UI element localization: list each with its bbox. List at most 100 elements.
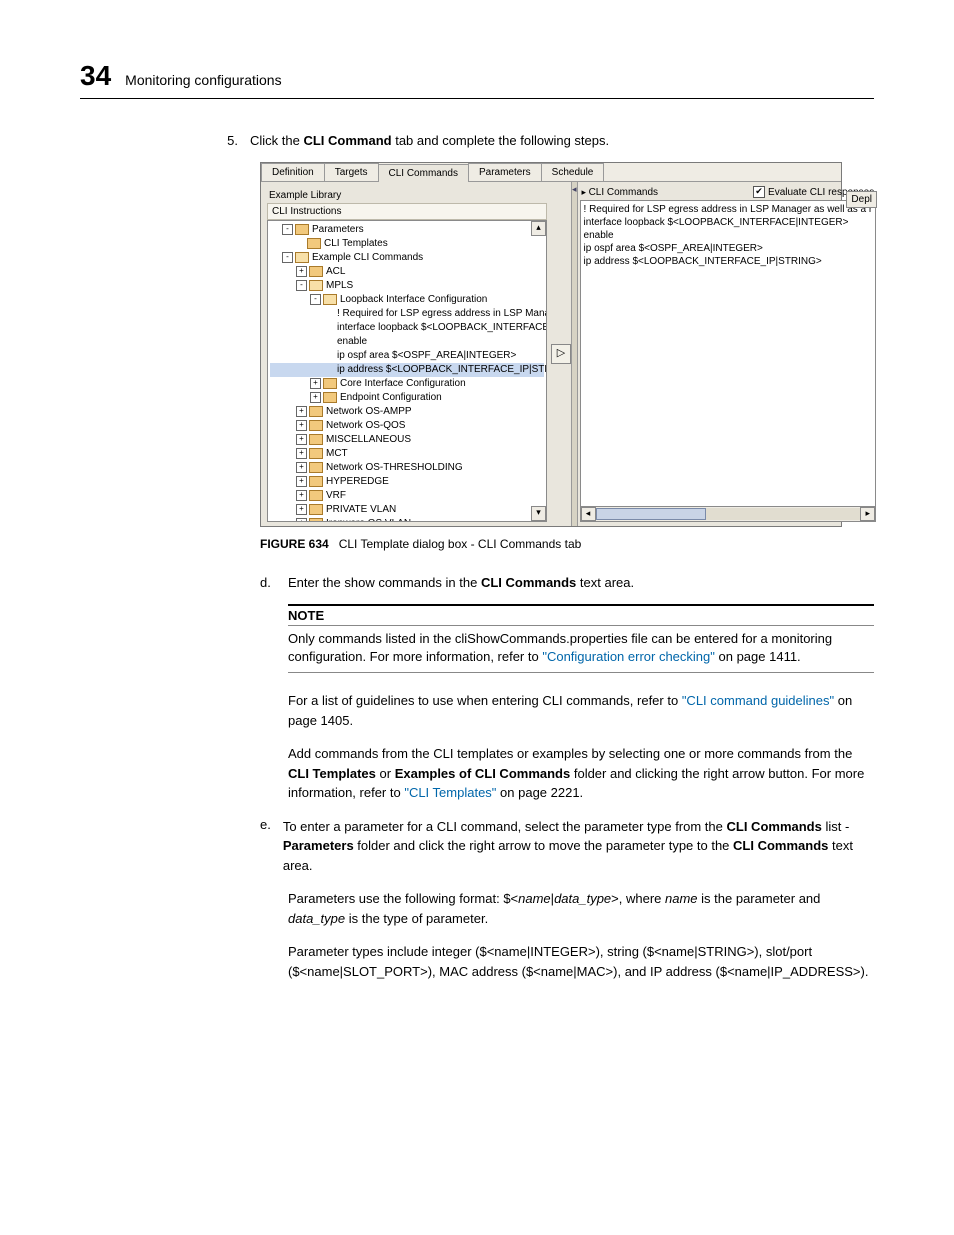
move-right-button[interactable]: ▷ [551, 344, 571, 364]
tree-node-label: Network OS-THRESHOLDING [326, 462, 463, 473]
dialog-tabs: Definition Targets CLI Commands Paramete… [261, 163, 841, 182]
tree-node[interactable]: +MISCELLANEOUS [270, 433, 544, 447]
tree-node[interactable]: + Ironware OS VLAN [270, 517, 544, 522]
cli-template-dialog: Definition Targets CLI Commands Paramete… [260, 162, 842, 527]
tab-definition[interactable]: Definition [261, 163, 325, 181]
tree-node[interactable]: interface loopback $<LOOPBACK_INTERFACE|… [270, 321, 544, 335]
tree-node-label: PRIVATE VLAN [326, 504, 396, 515]
tree-node-label: ! Required for LSP egress address in LSP… [337, 308, 547, 319]
tree-node[interactable]: +VRF [270, 489, 544, 503]
para-param-types: Parameter types include integer ($<name|… [288, 942, 874, 981]
tree-node-label: enable [337, 336, 367, 347]
expand-icon[interactable]: + [296, 476, 307, 487]
expand-icon[interactable]: + [296, 406, 307, 417]
tree-node-label: Loopback Interface Configuration [340, 294, 487, 305]
folder-icon [309, 490, 323, 501]
tree-node-label: Endpoint Configuration [340, 392, 442, 403]
link-config-error-checking[interactable]: "Configuration error checking" [542, 649, 715, 664]
tab-cli-commands[interactable]: CLI Commands [378, 164, 469, 182]
tree-node[interactable]: + Network OS-AMPP [270, 405, 544, 419]
tree-node[interactable]: ip ospf area $<OSPF_AREA|INTEGER> [270, 349, 544, 363]
para-param-format: Parameters use the following format: $<n… [288, 889, 874, 928]
folder-icon [309, 280, 323, 291]
tab-parameters[interactable]: Parameters [468, 163, 542, 181]
tree-node[interactable]: ip address $<LOOPBACK_INTERFACE_IP|STRIN… [270, 363, 544, 377]
cli-commands-label: CLI Commands [582, 187, 659, 198]
expand-icon[interactable]: + [310, 378, 321, 389]
expand-icon[interactable]: + [296, 448, 307, 459]
expand-icon[interactable]: + [296, 434, 307, 445]
figure-caption: FIGURE 634 CLI Template dialog box - CLI… [260, 537, 874, 551]
tree-node-label: MPLS [326, 280, 353, 291]
editor-horizontal-scrollbar[interactable]: ◂ ▸ [580, 507, 877, 522]
deploy-button[interactable]: Depl [846, 191, 877, 208]
tree-node[interactable]: +HYPEREDGE [270, 475, 544, 489]
expand-icon[interactable]: + [296, 266, 307, 277]
link-cli-templates[interactable]: "CLI Templates" [404, 785, 496, 800]
tree-node[interactable]: + Core Interface Configuration [270, 377, 544, 391]
folder-icon [307, 238, 321, 249]
expand-icon[interactable]: + [296, 518, 307, 522]
tree-node-label: Network OS-AMPP [326, 406, 412, 417]
note-heading: NOTE [288, 604, 874, 626]
checkbox-icon: ✔ [753, 186, 765, 198]
chapter-number: 34 [80, 60, 111, 92]
tab-targets[interactable]: Targets [324, 163, 379, 181]
tree-node-label: ip ospf area $<OSPF_AREA|INTEGER> [337, 350, 516, 361]
folder-icon [309, 448, 323, 459]
tree-node[interactable]: CLI Templates [270, 237, 544, 251]
tree-scroll-up[interactable]: ▴ [531, 221, 546, 236]
tree-node[interactable]: -Example CLI Commands [270, 251, 544, 265]
folder-icon [309, 476, 323, 487]
tree-node-label: Core Interface Configuration [340, 378, 466, 389]
tree-node[interactable]: + Network OS-QOS [270, 419, 544, 433]
scroll-right-button[interactable]: ▸ [860, 507, 875, 521]
note-block: NOTE Only commands listed in the cliShow… [288, 604, 874, 673]
substep-d: d. Enter the show commands in the CLI Co… [260, 575, 874, 590]
example-library-tree[interactable]: ▴ -ParametersCLI Templates-Example CLI C… [267, 220, 547, 522]
editor-line: enable [584, 229, 873, 242]
tree-node-label: Network OS-QOS [326, 420, 405, 431]
expand-icon[interactable]: + [296, 420, 307, 431]
folder-icon [323, 392, 337, 403]
tree-node[interactable]: -Parameters [270, 223, 544, 237]
note-body: Only commands listed in the cliShowComma… [288, 626, 874, 673]
tree-node[interactable]: + Endpoint Configuration [270, 391, 544, 405]
example-library-pane: Example Library CLI Instructions ▴ -Para… [261, 182, 551, 526]
tree-node-label: Ironware OS VLAN [326, 518, 411, 522]
folder-icon [309, 518, 323, 522]
expand-icon[interactable]: + [296, 490, 307, 501]
scroll-left-button[interactable]: ◂ [581, 507, 596, 521]
tree-scroll-down[interactable]: ▾ [531, 506, 546, 521]
cli-commands-pane: CLI Commands ✔ Evaluate CLI responses ! … [578, 182, 881, 526]
expand-icon[interactable]: - [282, 224, 293, 235]
editor-line: ip ospf area $<OSPF_AREA|INTEGER> [584, 242, 873, 255]
scroll-track[interactable] [596, 508, 861, 520]
tree-node-label: ACL [326, 266, 345, 277]
tree-node[interactable]: + Network OS-THRESHOLDING [270, 461, 544, 475]
tree-node[interactable]: + ACL [270, 265, 544, 279]
example-library-label: Example Library [269, 190, 547, 201]
tree-node[interactable]: - Loopback Interface Configuration [270, 293, 544, 307]
folder-icon [309, 266, 323, 277]
expand-icon[interactable]: - [282, 252, 293, 263]
expand-icon[interactable]: - [296, 280, 307, 291]
section-title: Monitoring configurations [125, 72, 281, 88]
expand-icon[interactable]: - [310, 294, 321, 305]
expand-icon[interactable]: + [296, 504, 307, 515]
editor-line: ip address $<LOOPBACK_INTERFACE_IP|STRIN… [584, 255, 873, 268]
folder-icon [295, 252, 309, 263]
editor-line: interface loopback $<LOOPBACK_INTERFACE|… [584, 216, 873, 229]
expand-icon[interactable]: + [310, 392, 321, 403]
tab-schedule[interactable]: Schedule [541, 163, 605, 181]
tree-node[interactable]: - MPLS [270, 279, 544, 293]
link-cli-command-guidelines[interactable]: "CLI command guidelines" [682, 693, 834, 708]
scroll-thumb[interactable] [596, 508, 706, 520]
tree-node[interactable]: +MCT [270, 447, 544, 461]
tree-node[interactable]: enable [270, 335, 544, 349]
tree-node[interactable]: ! Required for LSP egress address in LSP… [270, 307, 544, 321]
cli-commands-textarea[interactable]: ! Required for LSP egress address in LSP… [580, 200, 877, 507]
folder-icon [309, 462, 323, 473]
tree-node[interactable]: + PRIVATE VLAN [270, 503, 544, 517]
expand-icon[interactable]: + [296, 462, 307, 473]
